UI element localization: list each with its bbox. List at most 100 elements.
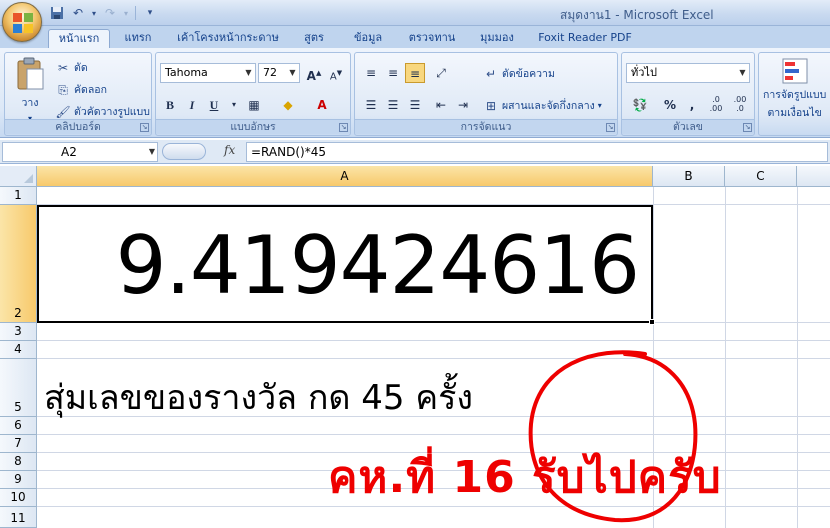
- align-right-icon[interactable]: ☰: [405, 95, 425, 115]
- alignment-group-label: การจัดแนว: [355, 119, 617, 134]
- font-name-select[interactable]: Tahoma ▼: [160, 63, 256, 83]
- align-left-icon[interactable]: ☰: [361, 95, 381, 115]
- copy-icon: ⎘: [58, 82, 68, 97]
- percent-button[interactable]: %: [660, 95, 680, 115]
- redo-dropdown-icon[interactable]: ▾: [122, 4, 130, 22]
- font-group-label: แบบอักษร: [156, 119, 350, 134]
- column-header-d[interactable]: [797, 166, 830, 187]
- comma-style-button[interactable]: ,: [682, 95, 702, 115]
- undo-icon[interactable]: ↶: [69, 4, 87, 22]
- save-icon[interactable]: [48, 4, 66, 22]
- tab-foxit-reader-pdf[interactable]: Foxit Reader PDF: [534, 29, 636, 48]
- row-header-8[interactable]: 8: [0, 453, 37, 471]
- office-button[interactable]: [2, 2, 42, 42]
- merge-center-label: ผสานและจัดกึ่งกลาง: [502, 100, 595, 112]
- underline-dropdown-icon[interactable]: ▾: [224, 95, 244, 115]
- font-group: Tahoma ▼ 72 ▼ A▲ A▼ B I U ▾ ▦ ◆ A แบบอัก…: [155, 52, 351, 136]
- grow-font-button[interactable]: A▲: [304, 63, 324, 83]
- shrink-font-button[interactable]: A▼: [326, 63, 346, 83]
- tab-data[interactable]: ข้อมูล: [346, 29, 390, 48]
- window-title: สมุดงาน1 - Microsoft Excel: [560, 8, 714, 22]
- align-middle-icon[interactable]: ≡: [383, 63, 403, 83]
- tab-formulas[interactable]: สูตร: [294, 29, 334, 48]
- merge-center-button[interactable]: ⊞ ผสานและจัดกึ่งกลาง ▾: [483, 97, 602, 114]
- undo-dropdown-icon[interactable]: ▾: [90, 4, 98, 22]
- paste-icon: [17, 57, 44, 90]
- font-size-select[interactable]: 72 ▼: [258, 63, 300, 83]
- row-header-3[interactable]: 3: [0, 323, 37, 341]
- row-header-9[interactable]: 9: [0, 471, 37, 489]
- cell-a2[interactable]: 9.419424616: [37, 205, 653, 323]
- tab-view[interactable]: มุมมอง: [474, 29, 520, 48]
- gridline: [37, 434, 830, 435]
- cell-a5[interactable]: สุ่มเลขของรางวัล กด 45 ครั้ง: [44, 370, 473, 424]
- row-header-6[interactable]: 6: [0, 417, 37, 435]
- styles-group: การจัดรูปแบบ ตามเงื่อนไข: [758, 52, 830, 136]
- increase-decimal-button[interactable]: .0 .00: [706, 95, 726, 115]
- formula-buttons: fx: [160, 142, 244, 162]
- formula-input[interactable]: =RAND()*45: [246, 142, 828, 162]
- row-header-5[interactable]: 5: [0, 359, 37, 417]
- currency-icon[interactable]: 💱: [626, 95, 654, 115]
- row-header-10[interactable]: 10: [0, 489, 37, 507]
- ribbon: วาง ▾ ✂ ตัด ⎘ คัดลอก 🖌 ตัวคัดวางรูปแบบ ค…: [0, 48, 830, 138]
- conditional-formatting-button[interactable]: การจัดรูปแบบ ตามเงื่อนไข: [763, 57, 826, 121]
- underline-button[interactable]: U: [204, 95, 224, 115]
- chevron-down-icon: ▾: [597, 101, 602, 110]
- tab-insert[interactable]: แทรก: [116, 29, 160, 48]
- row-header-2[interactable]: 2: [0, 205, 37, 323]
- title-bar: ↶ ▾ ↷ ▾ ▾ สมุดงาน1 - Microsoft Excel: [0, 0, 830, 42]
- qat-separator: [135, 6, 136, 20]
- row-header-11[interactable]: 11: [0, 507, 37, 528]
- row-header-label: 9: [14, 472, 22, 486]
- align-top-icon[interactable]: ≡: [361, 63, 381, 83]
- increase-indent-icon[interactable]: ⇥: [453, 95, 473, 115]
- font-dialog-launcher-icon[interactable]: ↘: [339, 123, 348, 132]
- align-center-icon[interactable]: ☰: [383, 95, 403, 115]
- tab-review[interactable]: ตรวจทาน: [404, 29, 460, 48]
- paste-button[interactable]: วาง ▾: [9, 57, 51, 123]
- bold-button[interactable]: B: [160, 95, 180, 115]
- brush-icon: 🖌: [55, 104, 71, 119]
- grow-font-label: A: [306, 69, 316, 83]
- copy-label: คัดลอก: [74, 84, 107, 96]
- borders-icon[interactable]: ▦: [244, 95, 264, 115]
- cut-button[interactable]: ✂ ตัด: [55, 59, 88, 76]
- wrap-text-button[interactable]: ↵ ตัดข้อความ: [483, 65, 555, 82]
- orientation-icon[interactable]: ⤢: [431, 63, 451, 83]
- row-header-label: 4: [14, 342, 22, 356]
- decrease-indent-icon[interactable]: ⇤: [431, 95, 451, 115]
- select-all-button[interactable]: [0, 166, 37, 187]
- font-name-value: Tahoma: [165, 66, 208, 79]
- fill-handle[interactable]: [649, 319, 655, 325]
- redo-icon[interactable]: ↷: [101, 4, 119, 22]
- format-painter-button[interactable]: 🖌 ตัวคัดวางรูปแบบ: [55, 103, 150, 120]
- decrease-decimal-button[interactable]: .00 .0: [730, 95, 750, 115]
- number-format-select[interactable]: ทั่วไป ▼: [626, 63, 750, 83]
- alignment-dialog-launcher-icon[interactable]: ↘: [606, 123, 615, 132]
- tab-page-layout[interactable]: เค้าโครงหน้ากระดาษ: [174, 29, 282, 48]
- tab-home[interactable]: หน้าแรก: [48, 29, 110, 48]
- conditional-formatting-icon: [782, 58, 808, 84]
- row-header-label: 7: [14, 436, 22, 450]
- row-header-1[interactable]: 1: [0, 187, 37, 205]
- number-dialog-launcher-icon[interactable]: ↘: [743, 123, 752, 132]
- column-header-a[interactable]: A: [37, 166, 653, 187]
- row-header-label: 10: [10, 490, 26, 504]
- fill-color-icon[interactable]: ◆: [278, 95, 298, 115]
- cut-label: ตัด: [74, 62, 88, 74]
- row-header-7[interactable]: 7: [0, 435, 37, 453]
- insert-function-icon[interactable]: fx: [224, 143, 235, 157]
- name-box[interactable]: A2 ▼: [2, 142, 158, 162]
- customize-qat-icon[interactable]: ▾: [141, 4, 159, 22]
- row-header-4[interactable]: 4: [0, 341, 37, 359]
- formula-bar: A2 ▼ fx =RAND()*45: [0, 140, 830, 164]
- column-header-b[interactable]: B: [653, 166, 725, 187]
- italic-button[interactable]: I: [182, 95, 202, 115]
- column-header-c[interactable]: C: [725, 166, 797, 187]
- merge-icon: ⊞: [485, 98, 497, 113]
- copy-button[interactable]: ⎘ คัดลอก: [55, 81, 107, 98]
- align-bottom-icon[interactable]: ≡: [405, 63, 425, 83]
- font-color-icon[interactable]: A: [312, 95, 332, 115]
- clipboard-dialog-launcher-icon[interactable]: ↘: [140, 123, 149, 132]
